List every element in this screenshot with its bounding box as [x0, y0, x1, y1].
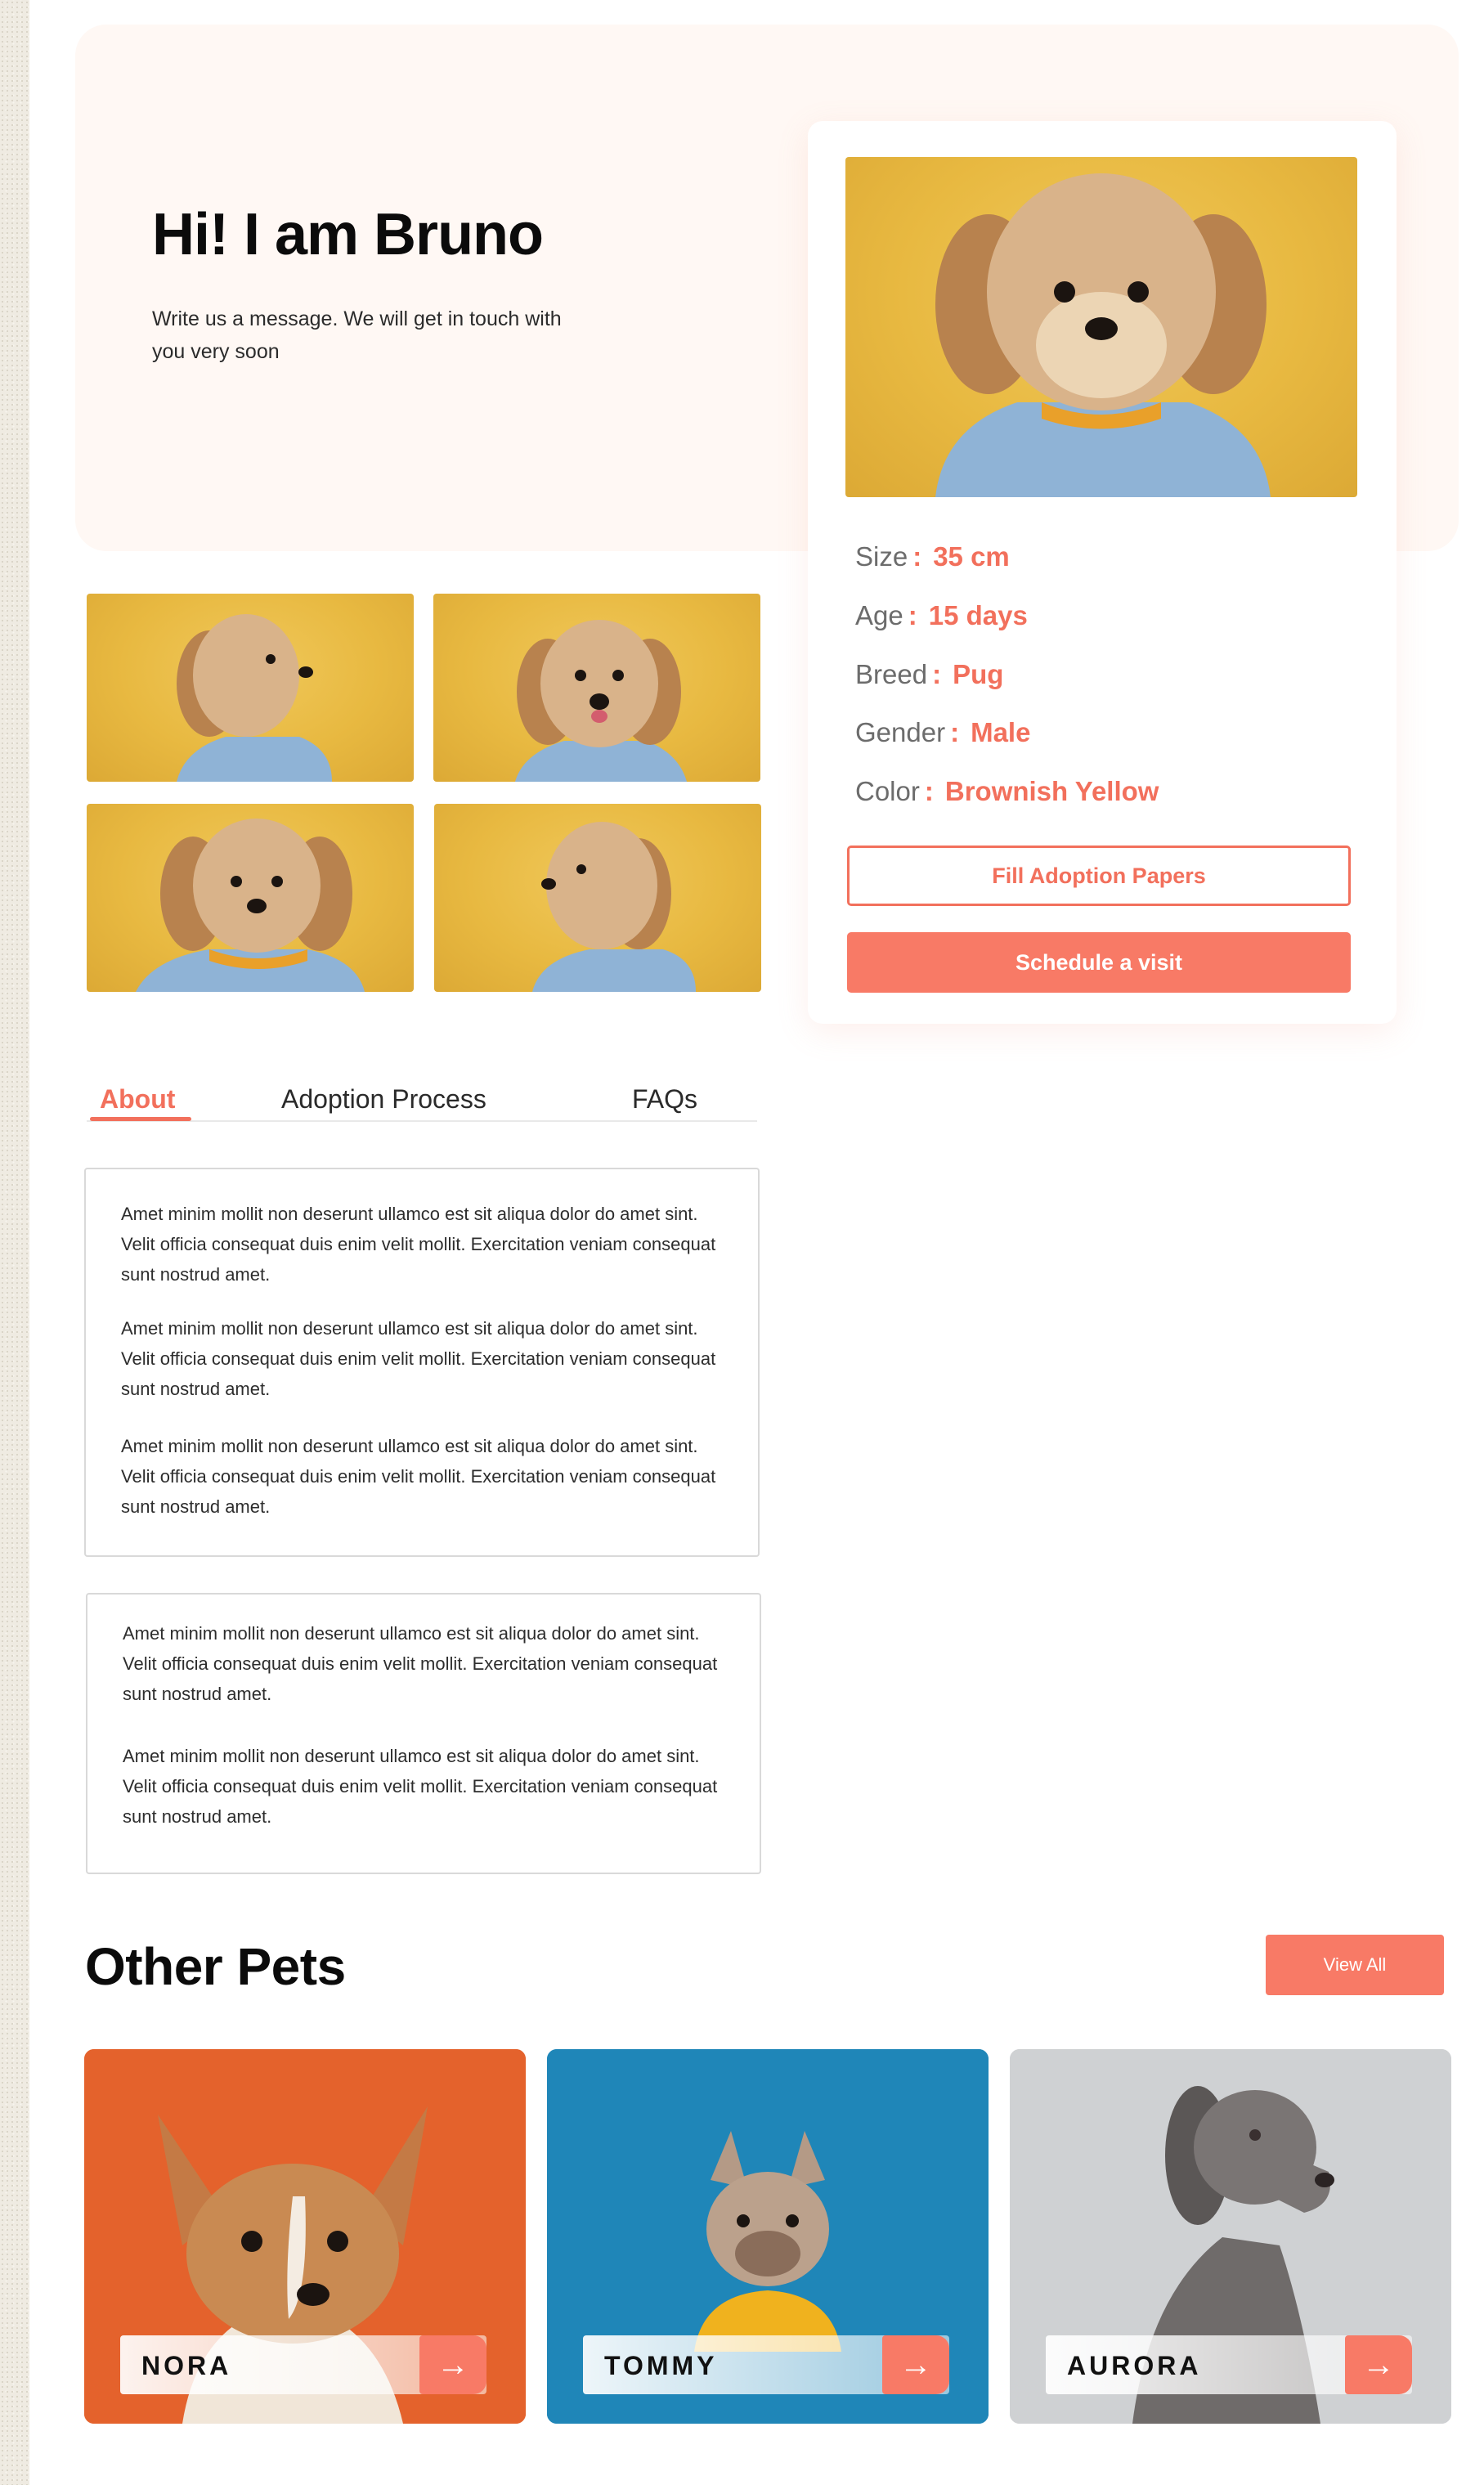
about-paragraph: Amet minim mollit non deserunt ullamco e… [121, 1204, 716, 1285]
gallery-thumb-1[interactable] [87, 594, 414, 782]
spec-gender-value: Male [971, 717, 1031, 747]
arrow-right-icon[interactable]: → [1345, 2335, 1412, 2394]
arrow-right-icon[interactable]: → [882, 2335, 949, 2394]
about-paragraph: Amet minim mollit non deserunt ullamco e… [123, 1623, 718, 1704]
schedule-visit-button[interactable]: Schedule a visit [847, 932, 1351, 993]
gallery-thumb-3[interactable] [87, 804, 414, 992]
tab-adoption-process[interactable]: Adoption Process [281, 1084, 486, 1115]
hero-title: Hi! I am Bruno [152, 202, 544, 267]
textured-edge [0, 0, 29, 2485]
pet-name: AURORA [1067, 2351, 1202, 2380]
spec-size: Size:35 cm [855, 541, 1010, 572]
main-pet-photo[interactable] [845, 157, 1357, 497]
tab-faqs[interactable]: FAQs [632, 1084, 697, 1115]
gallery-thumb-4[interactable] [434, 804, 761, 992]
pet-name-tag: NORA → [120, 2335, 486, 2394]
fill-adoption-papers-button[interactable]: Fill Adoption Papers [847, 846, 1351, 906]
arrow-right-icon[interactable]: → [419, 2335, 486, 2394]
pet-card-nora[interactable]: NORA → [84, 2049, 526, 2424]
other-pets-title: Other Pets [85, 1937, 346, 1996]
pet-name-tag: TOMMY → [583, 2335, 949, 2394]
spec-age-value: 15 days [928, 600, 1028, 630]
pet-name: NORA [141, 2351, 232, 2380]
about-paragraph: Amet minim mollit non deserunt ullamco e… [121, 1436, 716, 1517]
pet-card-aurora[interactable]: AURORA → [1010, 2049, 1451, 2424]
active-tab-indicator [90, 1117, 191, 1121]
pet-name: TOMMY [604, 2351, 718, 2380]
gallery-thumb-2[interactable] [433, 594, 760, 782]
view-all-button[interactable]: View All [1266, 1935, 1444, 1995]
pet-card-tommy[interactable]: TOMMY → [547, 2049, 989, 2424]
spec-age: Age:15 days [855, 600, 1028, 630]
spec-gender: Gender: Male [855, 717, 1031, 747]
spec-color: Color: Brownish Yellow [855, 776, 1159, 806]
spec-color-value: Brownish Yellow [944, 776, 1159, 806]
spec-breed: Breed: Pug [855, 659, 1004, 689]
about-paragraph: Amet minim mollit non deserunt ullamco e… [123, 1746, 718, 1827]
spec-breed-value: Pug [953, 659, 1004, 689]
pet-name-tag: AURORA → [1046, 2335, 1412, 2394]
spec-size-value: 35 cm [933, 541, 1010, 572]
tab-about[interactable]: About [100, 1084, 175, 1115]
hero-subtitle: Write us a message. We will get in touch… [152, 307, 562, 363]
about-paragraph: Amet minim mollit non deserunt ullamco e… [121, 1318, 716, 1399]
